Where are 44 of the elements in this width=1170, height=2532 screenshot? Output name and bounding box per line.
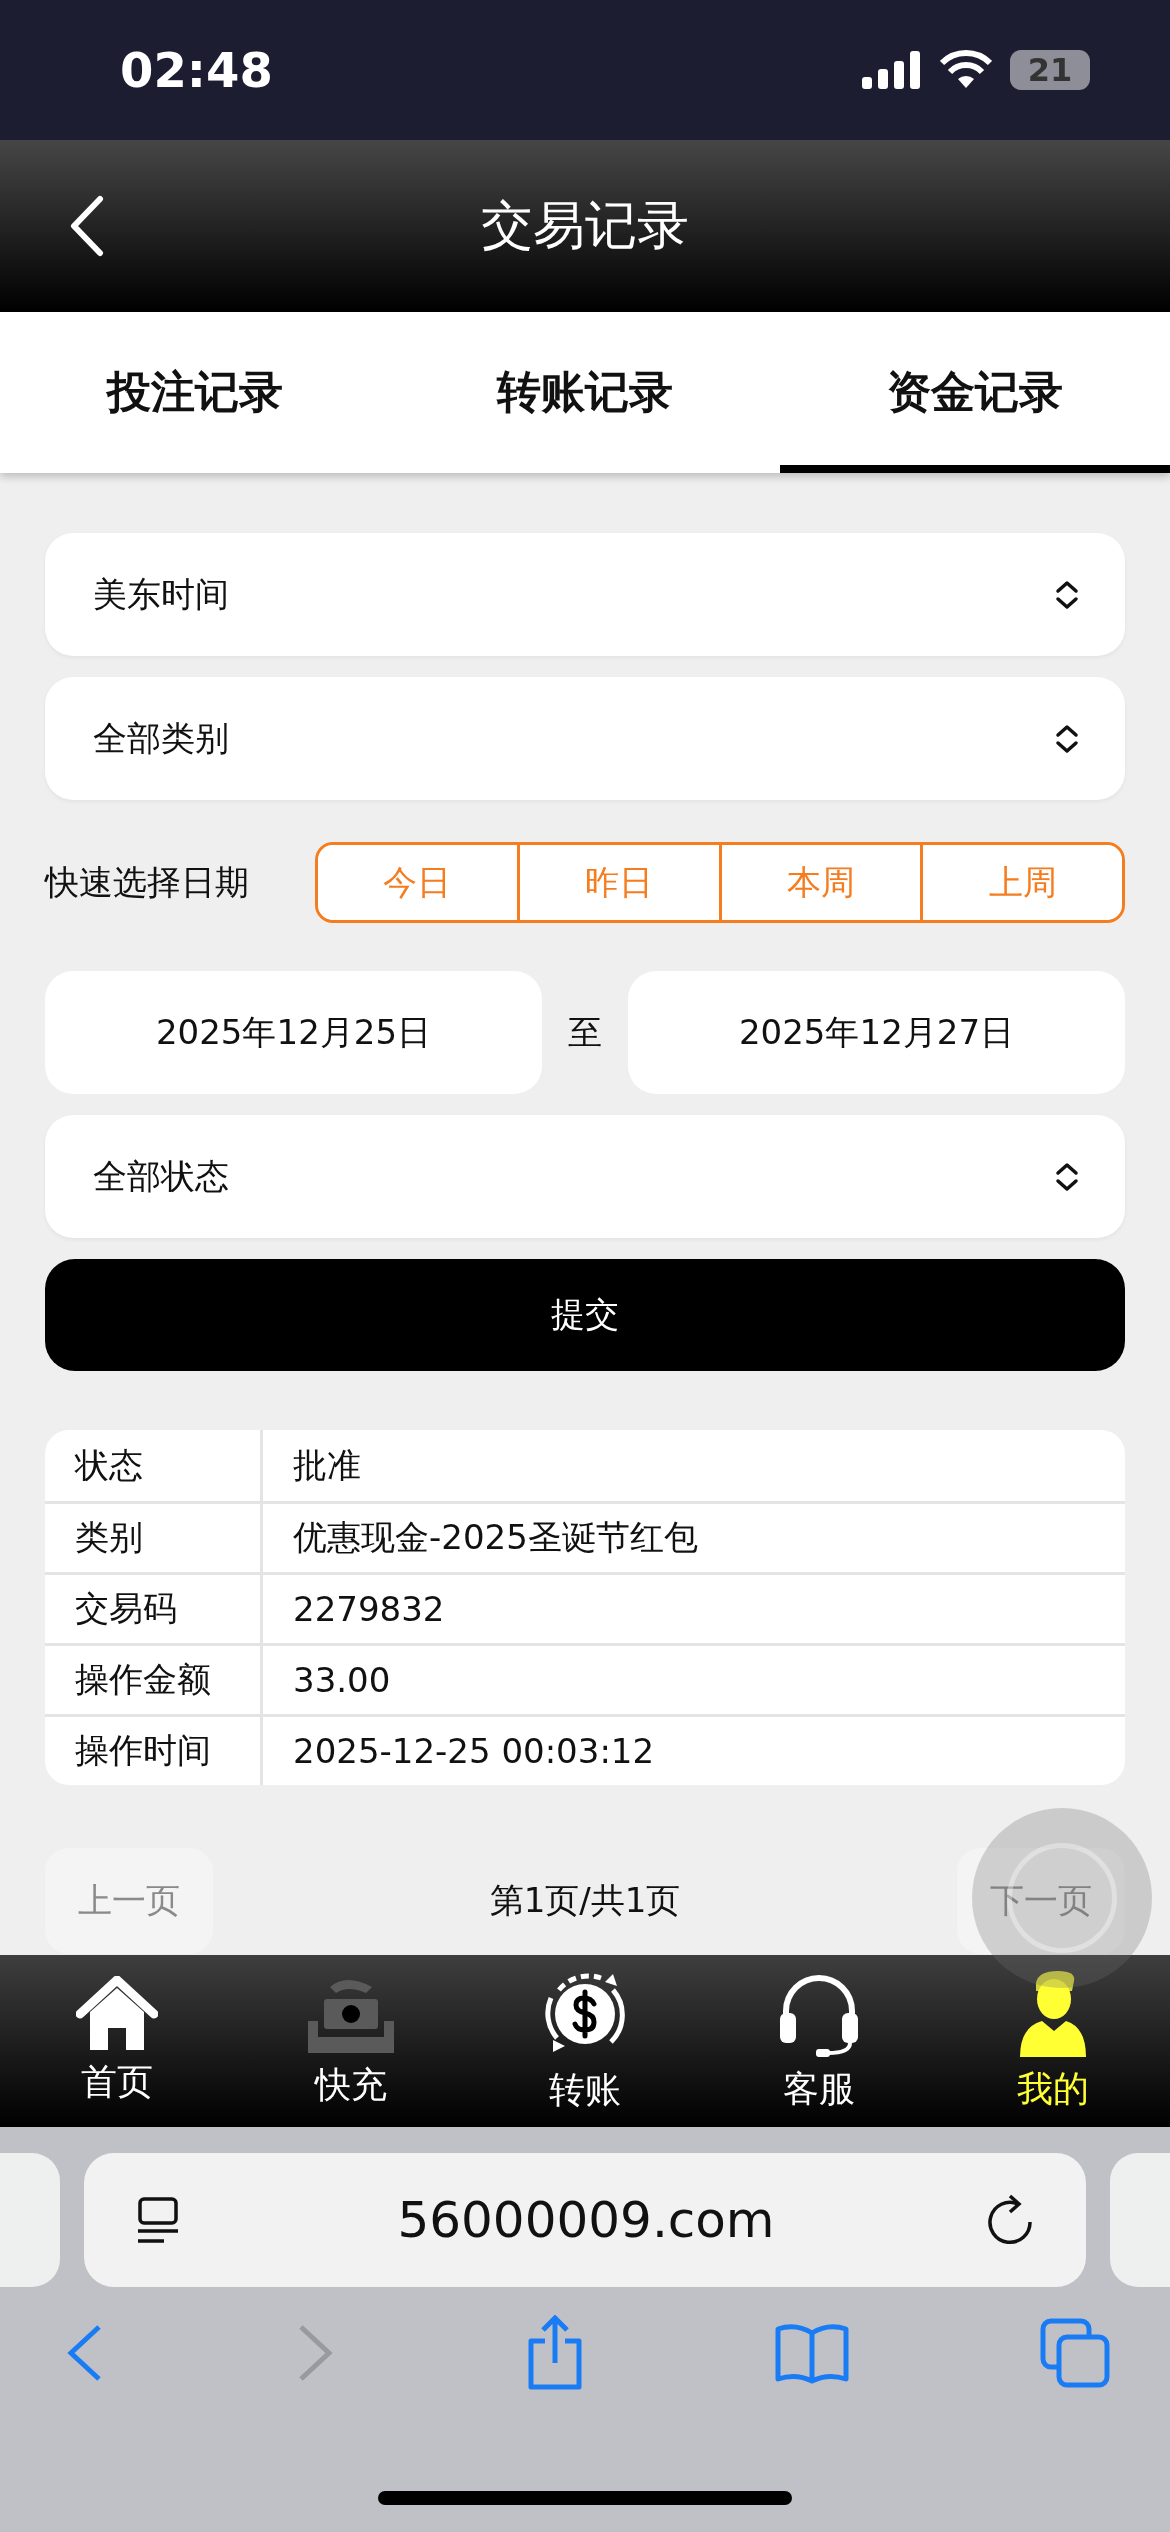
field-value: 批准 xyxy=(260,1430,1125,1501)
bookmarks-button[interactable] xyxy=(774,2321,851,2385)
field-label: 操作金额 xyxy=(74,1658,212,1701)
tab[interactable]: 投注记录 xyxy=(0,312,390,473)
wifi-icon xyxy=(940,50,992,90)
field-label: 状态 xyxy=(73,1443,144,1487)
submit-button[interactable]: 提交 xyxy=(45,1259,1125,1371)
back-chevron-icon xyxy=(68,195,104,257)
tab[interactable]: 资金记录 xyxy=(780,312,1170,473)
field-label: 交易码 xyxy=(74,1587,178,1630)
field-label: 类别 xyxy=(74,1516,144,1559)
up-down-chevron-icon xyxy=(1054,578,1080,611)
start-date-field[interactable]: 2025年12月25日 xyxy=(45,971,542,1094)
up-down-chevron-icon xyxy=(1054,722,1080,755)
address-bar[interactable]: 56000009.com xyxy=(84,2153,1086,2287)
field-value: 2025-12-25 00:03:12 xyxy=(260,1717,1125,1785)
field-value: 33.00 xyxy=(260,1646,1125,1714)
page-title: 交易记录 xyxy=(481,194,689,257)
tab[interactable]: 转账记录 xyxy=(390,312,780,473)
nav-item[interactable]: 客服 xyxy=(702,1955,936,2127)
battery-icon: 21 xyxy=(1010,50,1090,90)
field-label: 操作时间 xyxy=(74,1729,212,1772)
nav-item[interactable]: 转账 xyxy=(468,1955,702,2127)
timezone-select[interactable]: 美东时间 xyxy=(45,533,1125,656)
page-info: 第1页/共1页 xyxy=(489,1879,681,1922)
home-icon xyxy=(76,1975,158,2052)
end-date-field[interactable]: 2025年12月27日 xyxy=(628,971,1125,1094)
signal-icon xyxy=(862,49,922,91)
field-value: 2279832 xyxy=(260,1575,1125,1643)
field-value: 优惠现金-2025圣诞节红包 xyxy=(260,1504,1125,1572)
status-time: 02:48 xyxy=(120,42,273,98)
date-separator: 至 xyxy=(567,1010,603,1054)
nav-item[interactable]: 首页 xyxy=(0,1955,234,2127)
book-icon xyxy=(774,2321,851,2385)
tabs-icon xyxy=(1040,2318,1110,2388)
tabs-button[interactable] xyxy=(1040,2318,1110,2388)
category-select[interactable]: 全部类别 xyxy=(45,677,1125,800)
status-select[interactable]: 全部状态 xyxy=(45,1115,1125,1238)
up-down-chevron-icon xyxy=(1054,1160,1080,1193)
url-text: 56000009.com xyxy=(397,2191,775,2249)
nav-item[interactable]: 快充 xyxy=(234,1955,468,2127)
quick-date-label: 快速选择日期 xyxy=(45,860,249,904)
user-icon xyxy=(1018,1968,1088,2059)
nav-item[interactable]: 我的 xyxy=(936,1955,1170,2127)
